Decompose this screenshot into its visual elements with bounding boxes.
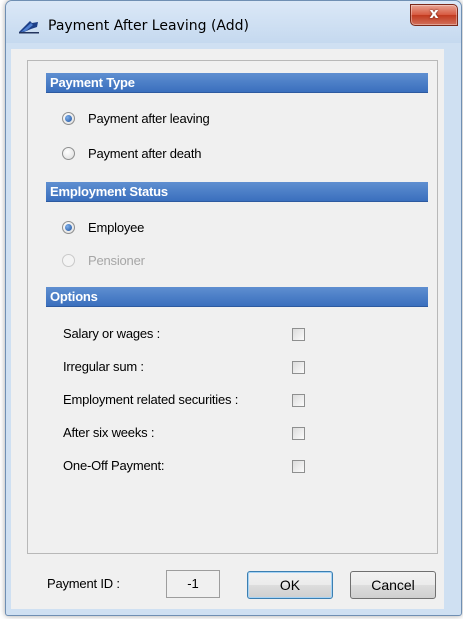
title-bar[interactable]: Payment After Leaving (Add) <box>6 1 461 43</box>
section-header-employment-status: Employment Status <box>46 182 428 202</box>
checkbox-employment-securities[interactable] <box>292 394 305 407</box>
option-label-one-off-payment: One-Off Payment: <box>63 458 165 473</box>
option-label-salary: Salary or wages : <box>63 326 161 341</box>
radio-button-selected[interactable] <box>62 112 75 125</box>
payment-id-label: Payment ID : <box>47 576 120 591</box>
app-icon <box>19 21 39 34</box>
payment-id-field: -1 <box>166 570 220 598</box>
checkbox-salary[interactable] <box>292 328 305 341</box>
cancel-button[interactable]: Cancel <box>350 571 436 599</box>
options-group-frame <box>27 60 438 554</box>
radio-label: Payment after death <box>88 146 202 161</box>
radio-label: Employee <box>88 220 145 235</box>
radio-label: Payment after leaving <box>88 111 210 126</box>
option-label-irregular-sum: Irregular sum : <box>63 359 144 374</box>
radio-button[interactable] <box>62 147 75 160</box>
checkbox-one-off-payment[interactable] <box>292 460 305 473</box>
section-header-payment-type: Payment Type <box>46 73 428 93</box>
radio-button-selected[interactable] <box>62 221 75 234</box>
option-label-employment-securities: Employment related securities : <box>63 392 239 407</box>
checkbox-irregular-sum[interactable] <box>292 361 305 374</box>
section-header-options: Options <box>46 287 428 307</box>
option-label-after-six-weeks: After six weeks : <box>63 425 155 440</box>
ok-button[interactable]: OK <box>247 571 333 599</box>
close-button[interactable]: x <box>410 4 458 26</box>
radio-button-disabled <box>62 254 75 267</box>
checkbox-after-six-weeks[interactable] <box>292 427 305 440</box>
window-title: Payment After Leaving (Add) <box>48 18 249 34</box>
close-icon: x <box>429 6 439 22</box>
radio-label: Pensioner <box>88 253 145 268</box>
